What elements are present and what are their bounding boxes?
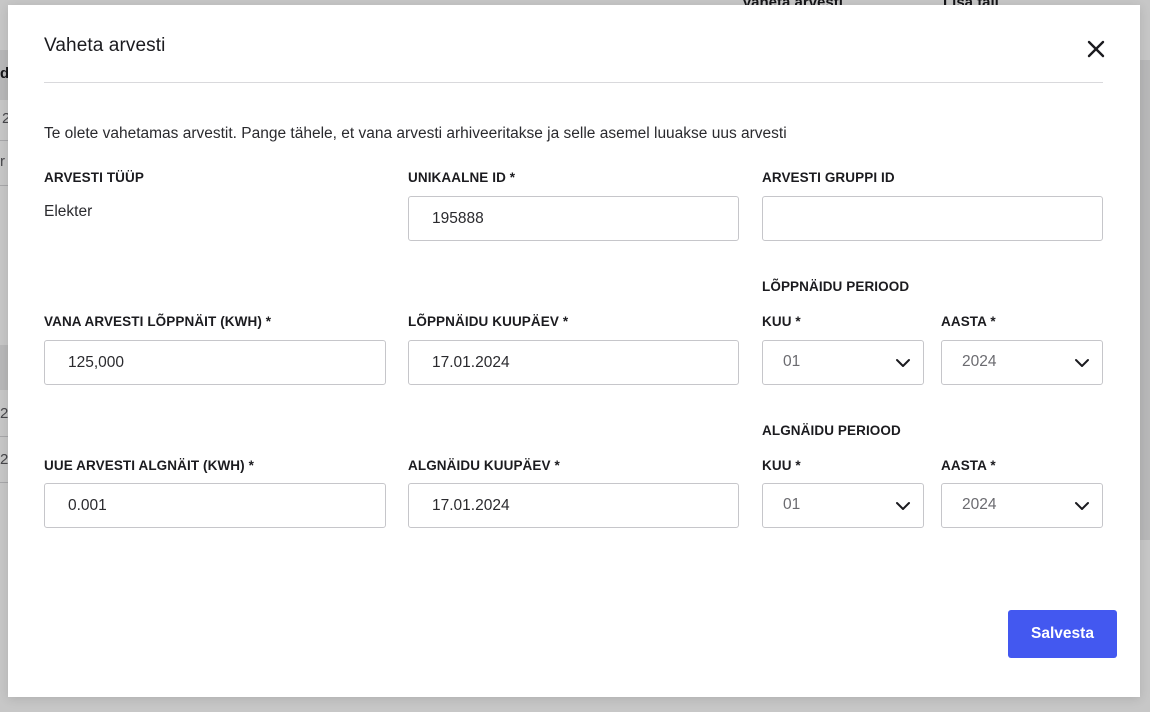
end-period-heading: LÕPPNÄIDU PERIOOD: [762, 279, 910, 294]
old-reading-input[interactable]: [44, 340, 386, 385]
start-date-label: ALGNÄIDU KUUPÄEV *: [408, 458, 560, 473]
new-reading-label: UUE ARVESTI ALGNÄIT (KWH) *: [44, 458, 254, 473]
chevron-down-icon: [1075, 359, 1089, 367]
end-month-label: KUU *: [762, 314, 801, 329]
meter-type-value: Elekter: [44, 203, 93, 220]
start-month-select[interactable]: 01: [762, 483, 924, 528]
start-period-heading: ALGNÄIDU PERIOOD: [762, 423, 901, 438]
end-date-label: LÕPPNÄIDU KUUPÄEV *: [408, 314, 569, 329]
end-year-label: AASTA *: [941, 314, 996, 329]
new-reading-input[interactable]: [44, 483, 386, 528]
close-icon: [1087, 40, 1105, 58]
group-id-label: ARVESTI GRUPPI ID: [762, 170, 895, 185]
start-year-label: AASTA *: [941, 458, 996, 473]
end-month-value: 01: [783, 353, 801, 370]
chevron-down-icon: [1075, 502, 1089, 510]
end-month-select[interactable]: 01: [762, 340, 924, 385]
end-year-value: 2024: [962, 353, 997, 370]
save-button[interactable]: Salvesta: [1008, 610, 1117, 658]
old-reading-label: VANA ARVESTI LÕPPNÄIT (KWH) *: [44, 314, 272, 329]
end-year-select[interactable]: 2024: [941, 340, 1103, 385]
start-month-value: 01: [783, 496, 801, 513]
start-year-value: 2024: [962, 496, 997, 513]
start-date-input[interactable]: [408, 483, 739, 528]
title-divider: [44, 82, 1103, 83]
chevron-down-icon: [896, 359, 910, 367]
close-button[interactable]: [1083, 36, 1109, 62]
end-date-input[interactable]: [408, 340, 739, 385]
intro-text: Te olete vahetamas arvestit. Pange tähel…: [44, 125, 787, 142]
unique-id-input[interactable]: [408, 196, 739, 241]
chevron-down-icon: [896, 502, 910, 510]
modal-title: Vaheta arvesti: [44, 35, 166, 56]
group-id-input[interactable]: [762, 196, 1103, 241]
meter-type-label: ARVESTI TÜÜP: [44, 170, 144, 185]
replace-meter-modal: Vaheta arvesti Te olete vahetamas arvest…: [8, 5, 1140, 697]
start-month-label: KUU *: [762, 458, 801, 473]
start-year-select[interactable]: 2024: [941, 483, 1103, 528]
unique-id-label: UNIKAALNE ID *: [408, 170, 516, 185]
